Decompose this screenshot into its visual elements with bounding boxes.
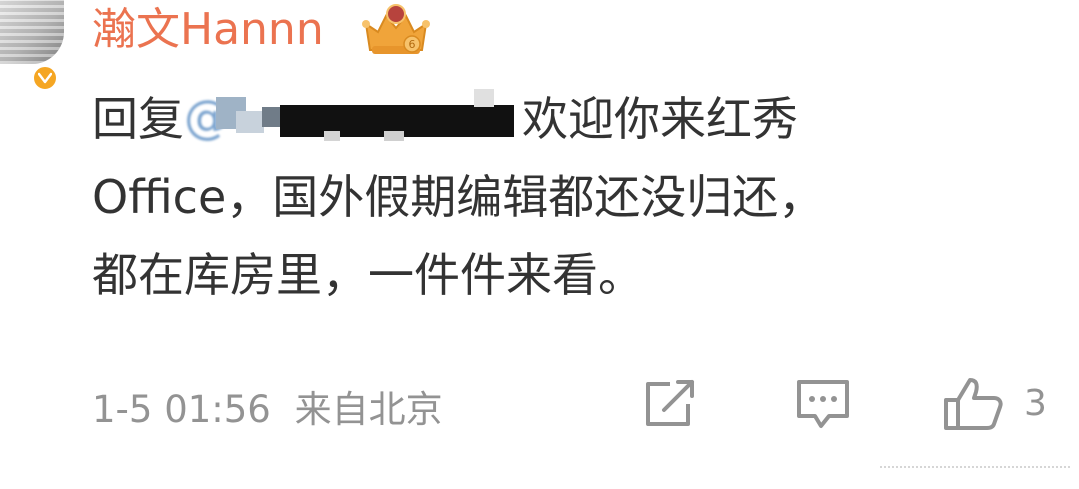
username[interactable]: 瀚文Hannn [92, 2, 324, 58]
comment-icon [797, 380, 849, 428]
checkmark-icon [38, 72, 52, 84]
avatar-texture [0, 0, 64, 64]
mosaic-block [236, 111, 264, 133]
svg-text:6: 6 [409, 38, 416, 51]
timestamp: 1-5 01:56 [92, 388, 271, 431]
share-button[interactable] [640, 374, 700, 434]
comment-line-3: 都在库房里，一件件来看。 [92, 248, 644, 302]
source-location: 来自北京 [294, 388, 443, 431]
mosaic-block [474, 89, 494, 107]
mention-link-redacted[interactable]: @ [184, 89, 520, 145]
mosaic-block [384, 131, 404, 141]
comment-line-1-text: 欢迎你来红秀 [522, 92, 798, 146]
like-button[interactable]: 3 [942, 374, 1047, 434]
comment-line-1: 回复 @ 欢迎你来红秀 [92, 80, 1067, 158]
like-count: 3 [1024, 383, 1047, 424]
crown-badge-icon: 6 [362, 4, 430, 54]
comment-button[interactable] [793, 374, 853, 434]
comment-line-2: Office，国外假期编辑都还没归还， [92, 170, 825, 224]
divider [880, 466, 1070, 468]
comment-meta: 1-5 01:56 来自北京 [92, 382, 443, 438]
comment-text: 回复 @ 欢迎你来红秀 Office，国外假期编辑都还没归还， 都在库房里，一件件来… [92, 80, 1067, 314]
thumbs-up-icon [944, 378, 1003, 430]
reply-prefix: 回复 [92, 92, 184, 146]
mosaic-block [324, 131, 340, 141]
share-icon [646, 380, 694, 426]
verified-badge-icon [31, 64, 59, 92]
avatar[interactable] [0, 0, 64, 64]
